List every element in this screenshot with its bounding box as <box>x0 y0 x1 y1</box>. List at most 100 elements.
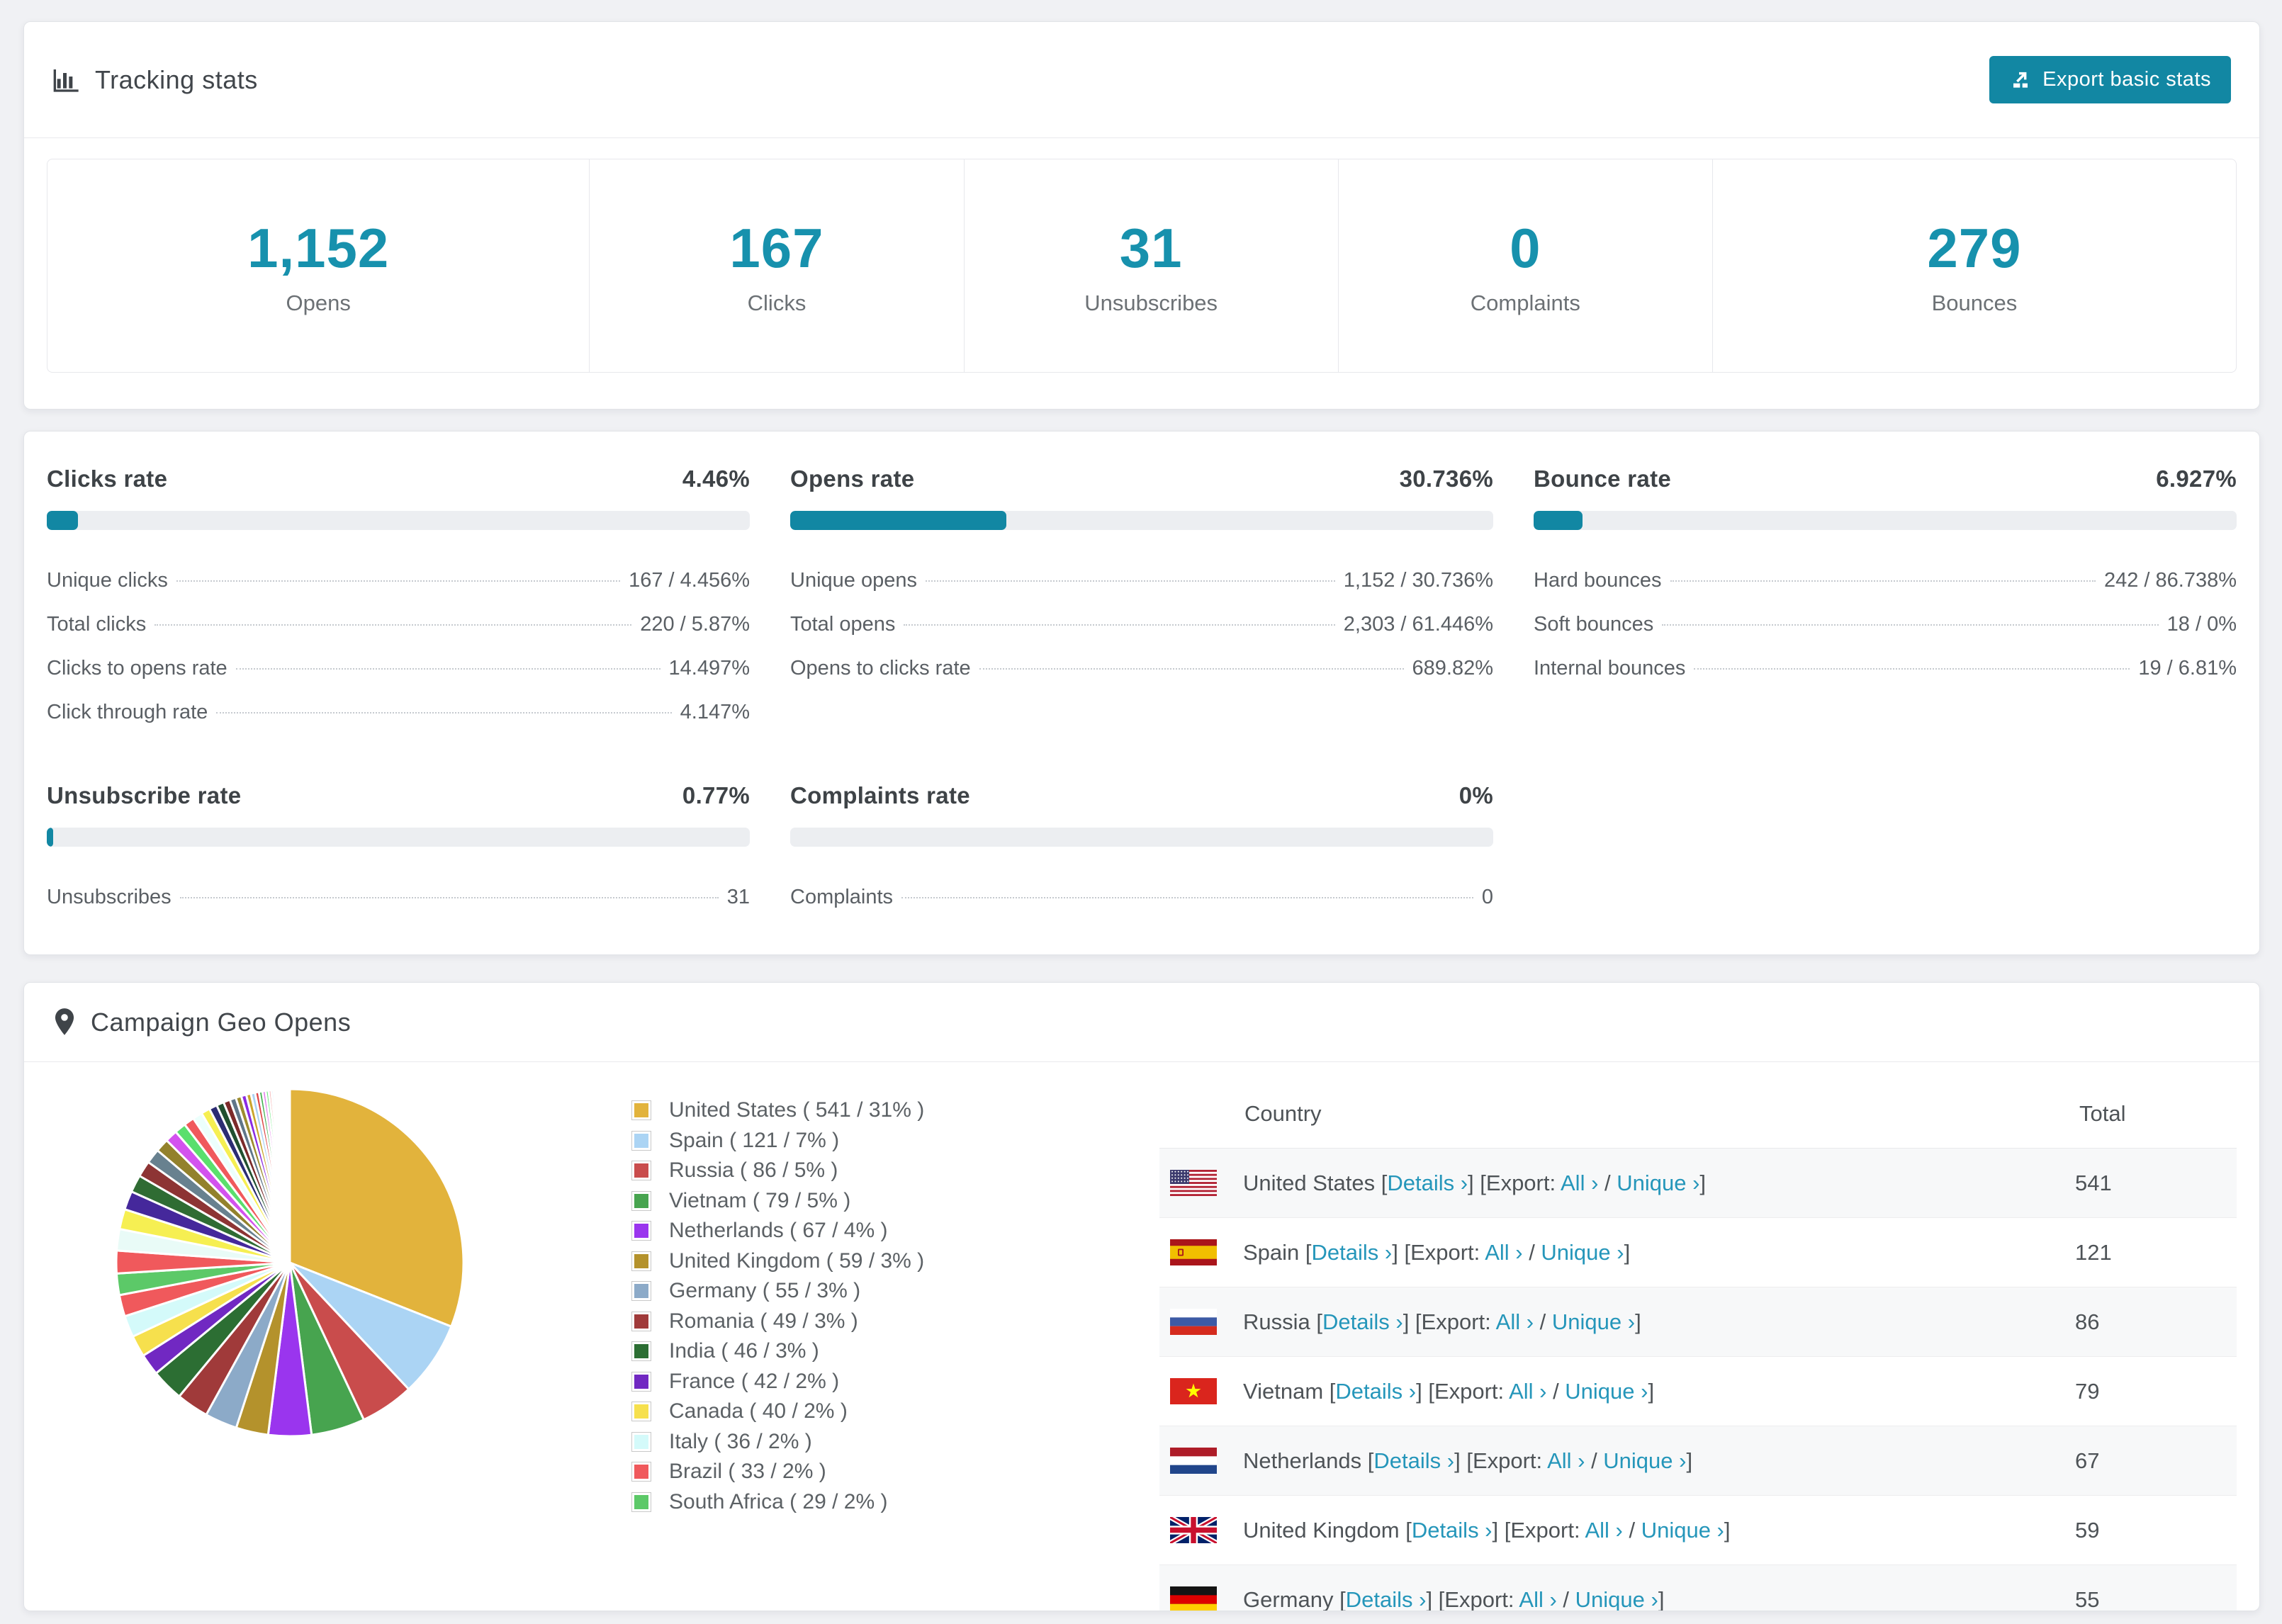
bracket: [ <box>1405 1517 1412 1543</box>
export-all-link[interactable]: All › <box>1561 1171 1598 1195</box>
rate-head: Opens rate 30.736% <box>790 466 1493 492</box>
legend-label: Netherlands ( 67 / 4% ) <box>669 1219 888 1243</box>
legend-item: South Africa ( 29 / 2% ) <box>631 1487 924 1518</box>
country-total: 55 <box>2075 1586 2100 1611</box>
rate-row: Unique opens 1,152 / 30.736% <box>790 558 1493 602</box>
country-cell: United States [Details ›] [Export: All ›… <box>1243 1171 1706 1196</box>
geo-header: Campaign Geo Opens <box>24 983 2259 1061</box>
export-unique-link[interactable]: Unique › <box>1575 1587 1658 1611</box>
export-all-link[interactable]: All › <box>1509 1379 1546 1404</box>
rate-value: 0% <box>1458 782 1493 808</box>
geo-opens-pie-chart <box>113 1086 467 1440</box>
export-prefix: Export: <box>1510 1517 1585 1543</box>
geo-body: United States ( 541 / 31% ) Spain ( 121 … <box>24 1062 2259 1611</box>
legend-item: Netherlands ( 67 / 4% ) <box>631 1216 924 1246</box>
details-link[interactable]: Details › <box>1335 1379 1416 1404</box>
rate-section-clicks-rate: Clicks rate 4.46% Unique clicks 167 / 4.… <box>47 466 750 734</box>
export-all-link[interactable]: All › <box>1519 1587 1556 1611</box>
legend-label: South Africa ( 29 / 2% ) <box>669 1489 888 1513</box>
bracket: ] <box>1699 1170 1707 1195</box>
country-cell: Spain [Details ›] [Export: All › / Uniqu… <box>1243 1240 1630 1265</box>
rate-row-value: 689.82% <box>1412 656 1494 680</box>
export-unique-link[interactable]: Unique › <box>1552 1309 1635 1334</box>
legend-label: India ( 46 / 3% ) <box>669 1339 819 1363</box>
rate-title: Bounce rate <box>1534 466 1672 492</box>
legend-label: Germany ( 55 / 3% ) <box>669 1279 861 1303</box>
export-prefix: Export: <box>1410 1239 1485 1265</box>
bracket: ] [ <box>1403 1309 1422 1334</box>
export-all-link[interactable]: All › <box>1547 1448 1585 1473</box>
export-basic-stats-button[interactable]: Export basic stats <box>1989 56 2231 103</box>
export-all-link[interactable]: All › <box>1585 1518 1622 1543</box>
column-header-total: Total <box>2079 1101 2126 1126</box>
legend-item: United States ( 541 / 31% ) <box>631 1095 924 1126</box>
rate-row: Soft bounces 18 / 0% <box>1534 602 2237 646</box>
rate-row-value: 0 <box>1481 885 1493 908</box>
progress-track <box>790 511 1493 530</box>
rate-rows: Unique clicks 167 / 4.456% Total clicks … <box>47 558 750 734</box>
details-link[interactable]: Details › <box>1373 1448 1454 1473</box>
rate-head: Complaints rate 0% <box>790 782 1493 809</box>
rate-value: 30.736% <box>1399 466 1493 492</box>
details-link[interactable]: Details › <box>1346 1587 1427 1611</box>
dotted-leader <box>1694 667 2130 670</box>
progress-fill <box>1534 511 1583 530</box>
export-unique-link[interactable]: Unique › <box>1541 1240 1624 1265</box>
progress-track <box>790 828 1493 847</box>
bracket: ] <box>1686 1448 1693 1473</box>
country-row-es: Spain [Details ›] [Export: All › / Uniqu… <box>1159 1217 2237 1287</box>
bracket: ] [ <box>1392 1239 1411 1265</box>
legend-item: Germany ( 55 / 3% ) <box>631 1276 924 1307</box>
stat-cell-bounces: 279 Bounces <box>1713 159 2236 372</box>
bar-chart-icon <box>52 66 81 94</box>
rate-row-value: 31 <box>726 885 750 908</box>
export-unique-link[interactable]: Unique › <box>1641 1518 1724 1543</box>
pie-legend: United States ( 541 / 31% ) Spain ( 121 … <box>631 1095 924 1517</box>
stat-value: 0 <box>1510 216 1541 279</box>
legend-item: Brazil ( 33 / 2% ) <box>631 1457 924 1487</box>
export-unique-link[interactable]: Unique › <box>1565 1379 1648 1404</box>
rate-row-value: 242 / 86.738% <box>2103 568 2237 592</box>
legend-label: France ( 42 / 2% ) <box>669 1369 840 1393</box>
export-prefix: Export: <box>1434 1378 1510 1404</box>
country-total: 59 <box>2075 1517 2100 1543</box>
export-unique-link[interactable]: Unique › <box>1617 1171 1699 1195</box>
rates-card: Clicks rate 4.46% Unique clicks 167 / 4.… <box>23 431 2260 955</box>
details-link[interactable]: Details › <box>1322 1309 1403 1334</box>
rate-row-value: 4.147% <box>680 700 750 723</box>
rate-row: Total opens 2,303 / 61.446% <box>790 602 1493 646</box>
legend-swatch <box>631 1371 651 1392</box>
export-unique-link[interactable]: Unique › <box>1603 1448 1686 1473</box>
slash: / <box>1598 1170 1617 1195</box>
country-name: United States <box>1243 1170 1381 1195</box>
slash: / <box>1546 1378 1566 1404</box>
legend-label: Vietnam ( 79 / 5% ) <box>669 1188 851 1212</box>
export-all-link[interactable]: All › <box>1485 1240 1522 1265</box>
legend-label: Italy ( 36 / 2% ) <box>669 1429 812 1453</box>
details-link[interactable]: Details › <box>1387 1171 1468 1195</box>
rate-row-value: 19 / 6.81% <box>2138 656 2237 680</box>
rate-row-value: 2,303 / 61.446% <box>1343 612 1493 636</box>
country-cell: Russia [Details ›] [Export: All › / Uniq… <box>1243 1309 1641 1335</box>
dotted-leader <box>979 667 1404 670</box>
rate-section-bounce-rate: Bounce rate 6.927% Hard bounces 242 / 86… <box>1534 466 2237 734</box>
bracket: [ <box>1339 1586 1346 1611</box>
stat-value: 167 <box>729 216 824 279</box>
rate-section-opens-rate: Opens rate 30.736% Unique opens 1,152 / … <box>790 466 1493 734</box>
rate-head: Unsubscribe rate 0.77% <box>47 782 750 809</box>
export-all-link[interactable]: All › <box>1496 1309 1534 1334</box>
rate-row: Unique clicks 167 / 4.456% <box>47 558 750 602</box>
rate-row-label: Total opens <box>790 612 896 636</box>
rate-row-label: Unique opens <box>790 568 917 592</box>
country-name: Netherlands <box>1243 1448 1368 1473</box>
stat-cell-clicks: 167 Clicks <box>590 159 965 372</box>
details-link[interactable]: Details › <box>1312 1240 1393 1265</box>
stats-summary-panel: 1,152 Opens 167 Clicks 31 Unsubscribes 0 Co… <box>47 159 2237 373</box>
table-header-row: Country Total <box>1159 1080 2237 1149</box>
rate-title: Complaints rate <box>790 782 970 808</box>
bracket: [ <box>1305 1239 1312 1265</box>
country-cell: Vietnam [Details ›] [Export: All › / Uni… <box>1243 1379 1654 1404</box>
stat-value: 279 <box>1927 216 2022 279</box>
rate-row: Complaints 0 <box>790 875 1493 919</box>
details-link[interactable]: Details › <box>1412 1518 1493 1543</box>
